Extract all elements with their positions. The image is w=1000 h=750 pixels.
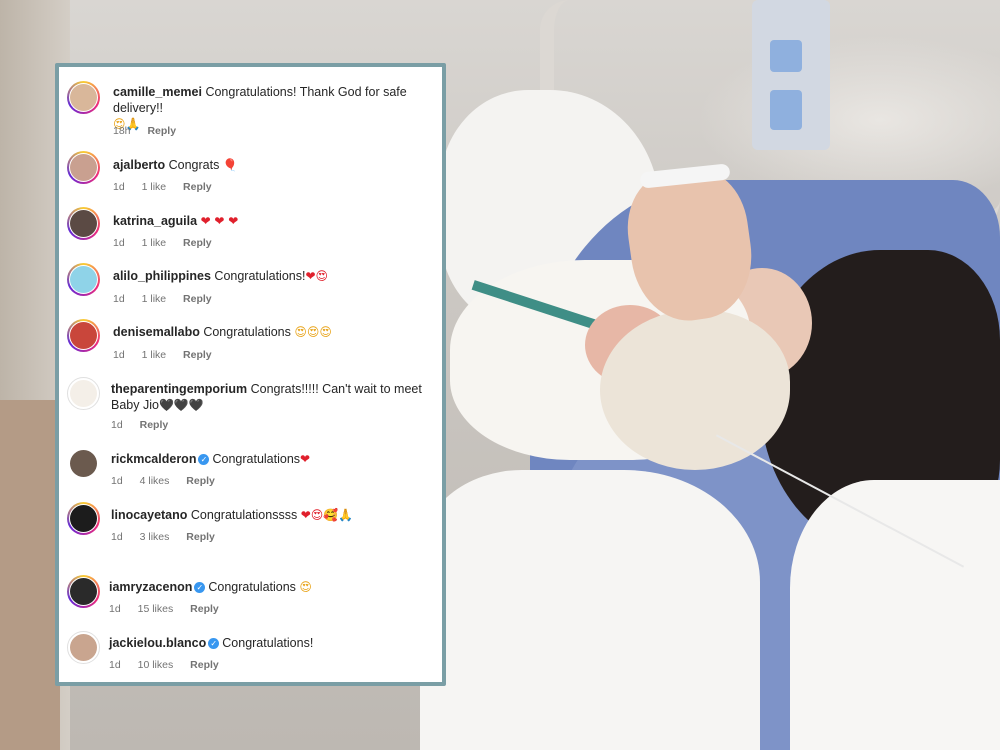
comment-emojis: ❤😍 <box>305 269 329 283</box>
verified-badge-icon: ✓ <box>194 582 206 593</box>
comment-text: linocayetano Congratulationssss ❤😍🥰🙏 <box>111 507 434 523</box>
comment-time: 1d <box>113 237 125 249</box>
reply-button[interactable]: Reply <box>186 531 215 543</box>
reply-button[interactable]: Reply <box>183 293 212 305</box>
avatar[interactable] <box>67 319 100 352</box>
reply-button[interactable]: Reply <box>190 659 219 671</box>
like-count[interactable]: 3 likes <box>140 531 170 543</box>
comment-meta: 1d 1 like Reply <box>113 237 226 249</box>
avatar[interactable] <box>67 151 100 184</box>
like-count[interactable]: 1 like <box>142 181 167 193</box>
like-count[interactable]: 1 like <box>142 293 167 305</box>
comment-time: 1d <box>111 419 123 431</box>
avatar[interactable] <box>67 575 100 608</box>
avatar[interactable] <box>67 447 100 480</box>
comment-emojis: ❤😍🥰🙏 <box>300 508 354 522</box>
verified-badge-icon: ✓ <box>198 454 210 465</box>
like-count[interactable]: 1 like <box>142 237 167 249</box>
comment-text: rickmcalderon ✓ Congratulations❤ <box>111 451 434 467</box>
bed-frame-lower <box>0 400 60 750</box>
comment-meta: 18h Reply <box>113 125 190 137</box>
comment-time: 1d <box>113 181 125 193</box>
username[interactable]: theparentingemporium <box>111 382 247 396</box>
comment-text: iamryzacenon ✓ Congratulations 😍 <box>109 579 434 595</box>
reply-button[interactable]: Reply <box>190 603 219 615</box>
pillow-right <box>790 480 1000 750</box>
comment-time: 1d <box>109 603 121 615</box>
comment-meta: 1d 1 like Reply <box>113 293 226 305</box>
reply-button[interactable]: Reply <box>183 349 212 361</box>
like-count[interactable]: 10 likes <box>138 659 174 671</box>
comment-time: 1d <box>113 349 125 361</box>
username[interactable]: ajalberto <box>113 158 165 172</box>
comment-body: Congratulations <box>208 580 296 594</box>
comment-body: Congrats <box>168 158 220 172</box>
comment-text: ajalberto Congrats 🎈 <box>113 157 434 173</box>
avatar[interactable] <box>67 207 100 240</box>
avatar[interactable] <box>67 502 100 535</box>
like-count[interactable]: 4 likes <box>140 475 170 487</box>
username[interactable]: katrina_aguila <box>113 214 197 228</box>
wall-button <box>770 40 802 72</box>
comment-body: Congratulationssss <box>190 508 298 522</box>
comment-emojis: 😍😍😍 <box>294 325 332 339</box>
comment-time: 1d <box>111 531 123 543</box>
comment-text: katrina_aguila ❤ ❤ ❤ <box>113 213 434 229</box>
comment-body: Congratulations <box>212 452 301 466</box>
username[interactable]: alilo_philippines <box>113 269 211 283</box>
comment-body: Congratulations <box>203 325 291 339</box>
username[interactable]: jackielou.blanco <box>109 636 206 650</box>
username[interactable]: denisemallabo <box>113 325 200 339</box>
username[interactable]: camille_memei <box>113 85 202 99</box>
comment-time: 18h <box>113 125 131 137</box>
comment-text: jackielou.blanco ✓ Congratulations! <box>109 635 434 651</box>
comment-meta: 1d 4 likes Reply <box>111 475 229 487</box>
username[interactable]: linocayetano <box>111 508 187 522</box>
username[interactable]: iamryzacenon <box>109 580 192 594</box>
comment-text: denisemallabo Congratulations 😍😍😍 <box>113 324 434 340</box>
reply-button[interactable]: Reply <box>147 125 176 137</box>
wall-button <box>770 90 802 130</box>
comment-meta: 1d Reply <box>111 419 182 431</box>
reply-button[interactable]: Reply <box>183 237 212 249</box>
avatar[interactable] <box>67 263 100 296</box>
comment-emojis: ❤ <box>300 452 311 466</box>
comment-body: Congratulations! <box>214 269 306 283</box>
comment-time: 1d <box>111 475 123 487</box>
comment-meta: 1d 10 likes Reply <box>109 659 233 671</box>
reply-button[interactable]: Reply <box>183 181 212 193</box>
comment-meta: 1d 3 likes Reply <box>111 531 229 543</box>
bed-sheet <box>420 470 760 750</box>
comment-time: 1d <box>113 293 125 305</box>
comment-body: Congratulations! <box>222 636 314 650</box>
comment-emojis: 😍 <box>299 580 312 594</box>
reply-button[interactable]: Reply <box>140 419 169 431</box>
comment-meta: 1d 1 like Reply <box>113 181 226 193</box>
comments-panel[interactable]: camille_memei Congratulations! Thank God… <box>55 63 446 686</box>
comment-meta: 1d 1 like Reply <box>113 349 226 361</box>
reply-button[interactable]: Reply <box>186 475 215 487</box>
like-count[interactable]: 15 likes <box>138 603 174 615</box>
avatar[interactable] <box>67 377 100 410</box>
username[interactable]: rickmcalderon <box>111 452 196 466</box>
comment-emojis: 🎈 <box>222 158 238 172</box>
comment-meta: 1d 15 likes Reply <box>109 603 233 615</box>
baby-beanie <box>600 310 790 470</box>
avatar[interactable] <box>67 631 100 664</box>
comment-time: 1d <box>109 659 121 671</box>
comment-text: theparentingemporium Congrats!!!!! Can't… <box>111 381 434 413</box>
comment-text: alilo_philippines Congratulations!❤😍 <box>113 268 434 284</box>
comment-emojis: ❤ ❤ ❤ <box>200 214 239 228</box>
verified-badge-icon: ✓ <box>208 638 220 649</box>
comment-emojis: 🖤🖤🖤 <box>158 398 204 412</box>
avatar[interactable] <box>67 81 100 114</box>
like-count[interactable]: 1 like <box>142 349 167 361</box>
